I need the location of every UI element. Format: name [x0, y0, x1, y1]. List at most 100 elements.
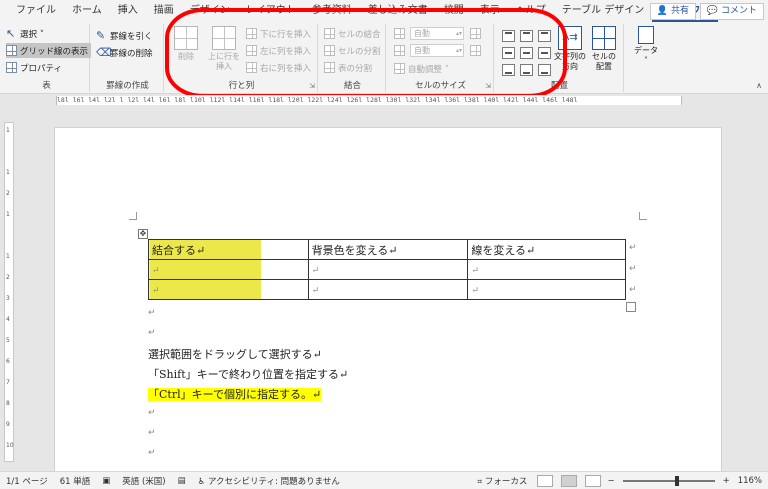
draw-group-label: 罫線の作成 [106, 81, 149, 91]
table-resize-handle[interactable] [626, 302, 636, 312]
tab-10[interactable]: ヘルプ [508, 0, 554, 22]
align-bottom-center-icon[interactable] [520, 64, 533, 76]
cell-margins-button[interactable]: セルの 配置 [586, 26, 622, 72]
word-count[interactable]: 61 単語 [54, 475, 97, 487]
align-top-right-icon[interactable] [538, 30, 551, 42]
share-button[interactable]: 👤 共有 [649, 3, 696, 20]
zoom-in-icon[interactable]: + [721, 476, 732, 486]
table-cell[interactable]: ↵ [467, 279, 626, 300]
tab-11[interactable]: テーブル デザイン [554, 0, 653, 22]
distribute-columns-icon[interactable] [470, 45, 481, 56]
table-cell[interactable]: ↵ [307, 259, 469, 280]
web-layout-button[interactable] [585, 474, 602, 487]
cell-size-launcher-icon[interactable]: ⇲ [485, 82, 491, 90]
collapse-ribbon-icon[interactable]: ∧ [756, 81, 762, 90]
align-middle-left-icon[interactable] [502, 47, 515, 59]
table-cell[interactable]: 線を変える↵ [467, 239, 626, 260]
tab-3[interactable]: 描画 [146, 0, 182, 22]
select-label: 選択 ˅ [20, 29, 44, 40]
align-bottom-right-icon[interactable] [538, 64, 551, 76]
read-mode-button[interactable] [537, 474, 554, 487]
split-cells-button[interactable]: セルの分割 [324, 43, 381, 58]
zoom-level[interactable]: 116% [732, 476, 768, 486]
zoom-slider-thumb[interactable] [675, 475, 680, 486]
insert-right-button[interactable]: 右に列を挿入 [246, 60, 311, 75]
align-middle-right-icon[interactable] [538, 47, 551, 59]
ruler-number: 9 [6, 421, 10, 428]
ruler-track[interactable]: l8l l6l l4l l2l l l2l l4l l6l l8l l10l l… [56, 96, 682, 105]
align-top-center-icon[interactable] [520, 30, 533, 42]
tab-2[interactable]: 挿入 [110, 0, 146, 22]
table-move-handle-icon[interactable]: ✥ [138, 229, 148, 239]
text-direction-icon: A⇉ [558, 26, 582, 50]
data-icon [638, 26, 654, 44]
zoom-slider[interactable] [622, 475, 715, 486]
document-page[interactable]: ✥ 結合する↵ 背景色を変える↵ 線を変える↵ ↵ ↵ ↵ ↵ ↵ ↵ ↵ ↵ ↵ ↵ ↵ 選択… [54, 127, 722, 471]
language-indicator[interactable]: 英語 (米国) [116, 475, 171, 487]
tab-9[interactable]: 表示 [472, 0, 508, 22]
table-cell[interactable]: ↵ [148, 259, 309, 280]
row-height-input[interactable]: 自動 [410, 27, 464, 40]
tab-1[interactable]: ホーム [64, 0, 110, 22]
distribute-rows-icon[interactable] [470, 28, 481, 39]
text-direction-button[interactable]: A⇉ 文字列の 方向 [552, 26, 588, 72]
alignment-group-label: 配置 [550, 81, 568, 91]
empty-paragraph: ↵ [148, 428, 156, 438]
delete-table-icon [174, 26, 198, 50]
split-cells-label: セルの分割 [338, 46, 381, 57]
margin-corner-top-right [639, 212, 647, 220]
rows-columns-launcher-icon[interactable]: ⇲ [309, 82, 315, 90]
cell-size-group-label: セルのサイズ [415, 81, 466, 91]
data-label: データ [634, 46, 658, 55]
paragraph-line: 選択範囲をドラッグして選択する↵ [148, 348, 322, 361]
table-cell[interactable]: ↵ [148, 279, 309, 300]
delete-button[interactable]: 削除 [168, 26, 204, 62]
track-changes-icon[interactable]: ▤ [172, 476, 192, 486]
proofing-icon[interactable]: ▣ [96, 476, 116, 486]
insert-below-button[interactable]: 下に行を挿入 [246, 26, 311, 41]
column-width-input[interactable]: 自動 [410, 44, 464, 57]
draw-group: ✎ 罫線を引く ⌫ 罫線の削除 罫線の作成 [92, 24, 164, 92]
table-row: ↵ ↵ ↵ [148, 279, 626, 300]
table-cell[interactable]: ↵ [307, 279, 469, 300]
insert-left-button[interactable]: 左に列を挿入 [246, 43, 311, 58]
tab-8[interactable]: 校閲 [436, 0, 472, 22]
draw-borders-button[interactable]: ✎ 罫線を引く [96, 28, 153, 43]
tab-0[interactable]: ファイル [8, 0, 64, 22]
focus-button[interactable]: ⌗ フォーカス [471, 475, 533, 487]
text-direction-label: 文字列の 方向 [554, 52, 586, 71]
gridlines-toggle[interactable]: グリッド線の表示 [6, 43, 92, 58]
accessibility-status[interactable]: ♿ アクセシビリティ: 問題ありません [192, 475, 346, 487]
tab-4[interactable]: デザイン [182, 0, 238, 22]
select-button[interactable]: ↖ 選択 ˅ [6, 26, 44, 41]
zoom-out-icon[interactable]: − [605, 476, 616, 486]
align-top-left-icon[interactable] [502, 30, 515, 42]
tab-7[interactable]: 差し込み文書 [360, 0, 436, 22]
eraser-button[interactable]: ⌫ 罫線の削除 [96, 45, 153, 60]
properties-button[interactable]: プロパティ [6, 60, 62, 75]
ruler-number: 6 [6, 358, 10, 365]
data-button[interactable]: データ ˅ [628, 26, 664, 66]
page-count[interactable]: 1/1 ページ [0, 475, 54, 487]
comment-button[interactable]: 💬 コメント [699, 3, 764, 20]
merge-cells-label: セルの結合 [338, 29, 381, 40]
table-row: 結合する↵ 背景色を変える↵ 線を変える↵ [148, 239, 626, 260]
empty-paragraph: ↵ [148, 408, 156, 418]
delete-label: 削除 [178, 52, 194, 61]
table-cell[interactable]: 結合する↵ [148, 239, 309, 260]
align-bottom-left-icon[interactable] [502, 64, 515, 76]
ruler-number: 5 [6, 337, 10, 344]
insert-above-button[interactable]: 上に行を 挿入 [206, 26, 242, 72]
table-cell[interactable]: ↵ [467, 259, 626, 280]
merge-cells-button[interactable]: セルの結合 [324, 26, 381, 41]
cell-text: 線を変える↵ [471, 243, 536, 257]
cell-text: ↵ [471, 286, 479, 296]
split-cells-icon [324, 45, 335, 56]
align-middle-center-icon[interactable] [520, 47, 533, 59]
tab-5[interactable]: レイアウト [238, 0, 304, 22]
autofit-button[interactable]: 自動調整 ˅ [394, 61, 449, 76]
print-layout-button[interactable] [561, 474, 578, 487]
split-table-button[interactable]: 表の分割 [324, 60, 372, 75]
tab-6[interactable]: 参考資料 [304, 0, 360, 22]
table-cell[interactable]: 背景色を変える↵ [307, 239, 469, 260]
